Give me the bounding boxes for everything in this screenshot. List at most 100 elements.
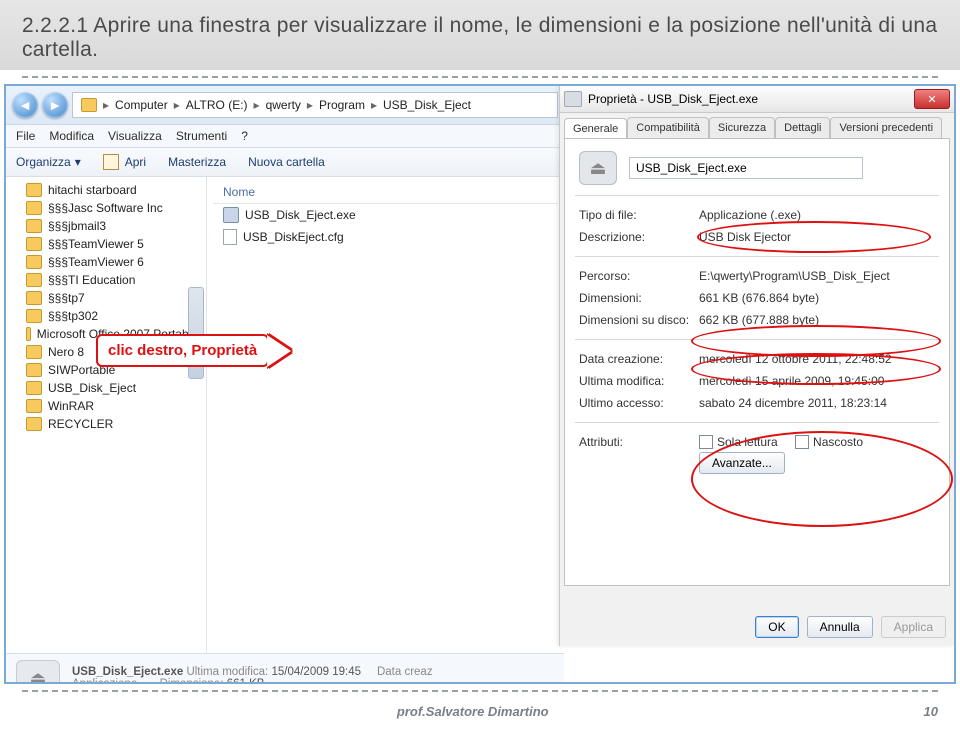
label-filetype: Tipo di file: (579, 208, 699, 222)
folder-icon (26, 309, 42, 323)
breadcrumb-item[interactable]: Computer (111, 98, 172, 112)
new-folder-button[interactable]: Nuova cartella (248, 155, 325, 169)
menu-file[interactable]: File (16, 129, 35, 143)
folder-icon (81, 98, 97, 112)
annotation-text: clic destro, Proprietà (108, 342, 257, 359)
tree-item[interactable]: USB_Disk_Eject (8, 379, 204, 397)
details-type: Applicazione (72, 678, 137, 684)
value-path: E:\qwerty\Program\USB_Disk_Eject (699, 269, 935, 283)
folder-icon (26, 381, 42, 395)
label-size: Dimensioni: (579, 291, 699, 305)
details-size-label: Dimensione: (160, 678, 224, 684)
dialog-titlebar[interactable]: Proprietà - USB_Disk_Eject.exe ✕ (560, 86, 954, 113)
tree-item[interactable]: §§§tp302 (8, 307, 204, 325)
calendar-icon (103, 154, 119, 170)
cancel-button[interactable]: Annulla (807, 616, 873, 638)
apply-button[interactable]: Applica (881, 616, 946, 638)
tree-item[interactable]: §§§TeamViewer 6 (8, 253, 204, 271)
tab-bar: Generale Compatibilità Sicurezza Dettagl… (560, 113, 954, 138)
explorer-titlebar: ◄ ► ▸Computer ▸ALTRO (E:) ▸qwerty ▸Progr… (6, 86, 564, 125)
organize-button[interactable]: Organizza ▾ (16, 155, 81, 169)
back-button[interactable]: ◄ (12, 92, 38, 118)
tree-item[interactable]: §§§Jasc Software Inc (8, 199, 204, 217)
breadcrumb-item[interactable]: ALTRO (E:) (182, 98, 252, 112)
exe-icon (223, 207, 239, 223)
tab-compat[interactable]: Compatibilità (627, 117, 709, 138)
folder-icon (26, 345, 42, 359)
menu-help[interactable]: ? (241, 129, 248, 143)
breadcrumb-item[interactable]: USB_Disk_Eject (379, 98, 475, 112)
folder-icon (26, 219, 42, 233)
close-button[interactable]: ✕ (914, 89, 950, 109)
screenshot-area: ◄ ► ▸Computer ▸ALTRO (E:) ▸qwerty ▸Progr… (4, 84, 956, 684)
details-extra: Data creaz (377, 666, 433, 678)
folder-icon (26, 255, 42, 269)
folder-icon (26, 273, 42, 287)
footer-author: prof.Salvatore Dimartino (397, 704, 549, 719)
burn-button[interactable]: Masterizza (168, 155, 226, 169)
file-big-icon: ⏏ (579, 151, 617, 185)
annotation-circle-icon (697, 221, 931, 253)
tab-body-general: ⏏ USB_Disk_Eject.exe Tipo di file:Applic… (564, 138, 950, 586)
forward-button[interactable]: ► (42, 92, 68, 118)
column-header-name[interactable]: Nome (213, 181, 558, 204)
folder-icon (26, 327, 31, 341)
label-desc: Descrizione: (579, 230, 699, 244)
breadcrumb-item[interactable]: qwerty (262, 98, 305, 112)
label-attributes: Attributi: (579, 435, 699, 474)
divider-top (22, 76, 938, 78)
file-row[interactable]: USB_DiskEject.cfg (213, 226, 558, 248)
label-sizeondisk: Dimensioni su disco: (579, 313, 699, 327)
details-mod-label: Ultima modifica: (186, 666, 268, 678)
folder-tree[interactable]: hitachi starboard §§§Jasc Software Inc §… (6, 177, 207, 653)
explorer-window: ◄ ► ▸Computer ▸ALTRO (E:) ▸qwerty ▸Progr… (6, 86, 564, 682)
value-size: 661 KB (676.864 byte) (699, 291, 935, 305)
properties-dialog: Proprietà - USB_Disk_Eject.exe ✕ General… (559, 86, 954, 646)
dialog-title: Proprietà - USB_Disk_Eject.exe (588, 92, 758, 106)
tree-item[interactable]: WinRAR (8, 397, 204, 415)
drive-icon (564, 91, 582, 107)
tree-item[interactable]: RECYCLER (8, 415, 204, 433)
tab-prev-versions[interactable]: Versioni precedenti (830, 117, 942, 138)
tree-item[interactable]: §§§jbmail3 (8, 217, 204, 235)
label-accessed: Ultimo accesso: (579, 396, 699, 410)
folder-icon (26, 399, 42, 413)
file-list: Nome USB_Disk_Eject.exe USB_DiskEject.cf… (207, 177, 564, 653)
value-accessed: sabato 24 dicembre 2011, 18:23:14 (699, 396, 935, 410)
tree-item[interactable]: §§§TI Education (8, 271, 204, 289)
menu-view[interactable]: Visualizza (108, 129, 162, 143)
open-button[interactable]: Apri (103, 154, 146, 170)
details-filename: USB_Disk_Eject.exe (72, 666, 183, 678)
tree-item[interactable]: hitachi starboard (8, 181, 204, 199)
tab-general[interactable]: Generale (564, 118, 627, 139)
folder-icon (26, 291, 42, 305)
details-size-value: 661 KB (227, 678, 265, 684)
tree-item[interactable]: §§§TeamViewer 5 (8, 235, 204, 253)
slide-title: 2.2.2.1 Aprire una finestra per visualiz… (0, 0, 960, 70)
tab-details[interactable]: Dettagli (775, 117, 830, 138)
label-modified: Ultima modifica: (579, 374, 699, 388)
value-filetype: Applicazione (.exe) (699, 208, 935, 222)
ok-button[interactable]: OK (755, 616, 798, 638)
breadcrumb[interactable]: ▸Computer ▸ALTRO (E:) ▸qwerty ▸Program ▸… (72, 92, 558, 118)
menu-bar: File Modifica Visualizza Strumenti ? (6, 125, 564, 148)
folder-icon (26, 183, 42, 197)
cfg-icon (223, 229, 237, 245)
toolbar: Organizza ▾ Apri Masterizza Nuova cartel… (6, 148, 564, 177)
details-mod-value: 15/04/2009 19:45 (271, 666, 361, 678)
annotation-circle-icon (691, 353, 941, 385)
tree-item[interactable]: §§§tp7 (8, 289, 204, 307)
file-row[interactable]: USB_Disk_Eject.exe (213, 204, 558, 226)
details-pane: ⏏ USB_Disk_Eject.exe Ultima modifica: 15… (6, 653, 564, 684)
annotation-arrow-icon (267, 335, 291, 367)
folder-icon (26, 417, 42, 431)
breadcrumb-item[interactable]: Program (315, 98, 369, 112)
label-created: Data creazione: (579, 352, 699, 366)
app-icon: ⏏ (16, 660, 60, 684)
tab-security[interactable]: Sicurezza (709, 117, 775, 138)
filename-field[interactable]: USB_Disk_Eject.exe (629, 157, 863, 179)
divider-bottom (22, 690, 938, 692)
menu-edit[interactable]: Modifica (49, 129, 94, 143)
folder-icon (26, 237, 42, 251)
menu-tools[interactable]: Strumenti (176, 129, 227, 143)
